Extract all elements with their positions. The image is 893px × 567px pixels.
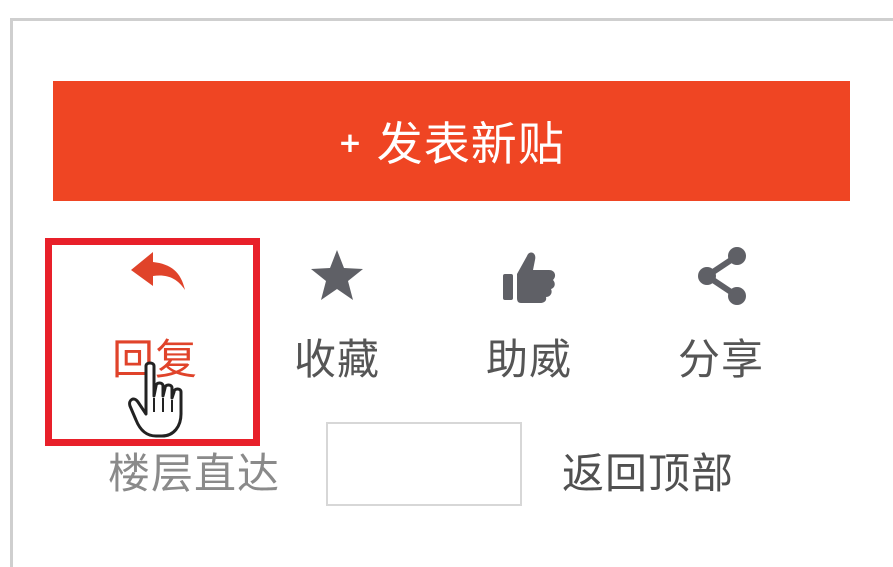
plus-icon: + bbox=[338, 125, 363, 159]
new-post-label: 发表新贴 bbox=[376, 117, 565, 171]
hand-cursor-icon bbox=[128, 361, 183, 438]
share-label: 分享 bbox=[677, 335, 764, 384]
back-to-top-link[interactable]: 返回顶部 bbox=[562, 440, 734, 501]
share-action[interactable]: 分享 bbox=[651, 240, 791, 390]
star-icon bbox=[311, 250, 363, 300]
new-post-button[interactable]: + 发表新贴 bbox=[53, 81, 850, 201]
share-icon bbox=[698, 247, 746, 305]
cheer-label: 助威 bbox=[485, 335, 572, 384]
favorite-label: 收藏 bbox=[293, 335, 380, 384]
floor-jump-input[interactable] bbox=[326, 422, 522, 506]
thumbs-up-icon bbox=[503, 252, 556, 303]
favorite-action[interactable]: 收藏 bbox=[267, 240, 407, 390]
cheer-action[interactable]: 助威 bbox=[459, 240, 599, 390]
floor-jump-label: 楼层直达 bbox=[108, 449, 281, 498]
